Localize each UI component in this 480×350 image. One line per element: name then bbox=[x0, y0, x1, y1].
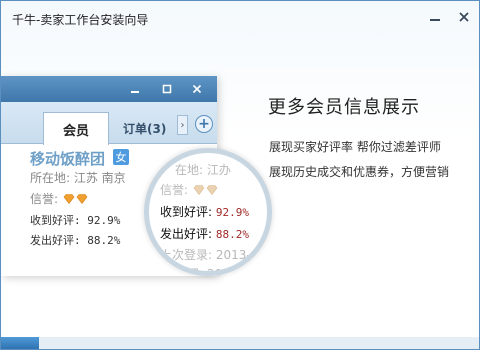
mock-title-bar bbox=[1, 76, 217, 102]
minimize-icon bbox=[430, 19, 440, 21]
install-progress-fill bbox=[1, 337, 40, 349]
minimize-button[interactable] bbox=[427, 9, 443, 25]
shop-credit-label: 信誉: bbox=[30, 192, 59, 206]
magnifier-location: 在地: 江办 bbox=[175, 163, 231, 177]
shop-good-rate-sent: 发出好评: 88.2% bbox=[30, 234, 121, 247]
magnifier-lens: 在地: 江办 信誉: 收到好评: 92.9% 发出好评: 88.2% 上次登录:… bbox=[144, 148, 272, 276]
shop-badge: 女 bbox=[113, 149, 129, 165]
window-title: 千牛-卖家工作台安装向导 bbox=[12, 13, 149, 27]
magnifier-last-login: 上次登录: 2013- bbox=[160, 248, 251, 262]
mock-maximize-icon bbox=[159, 81, 175, 97]
shop-location: 所在地: 江苏 南京 bbox=[30, 171, 126, 185]
magnifier-sent-value: 88.2% bbox=[215, 228, 249, 241]
install-progress-bar bbox=[1, 337, 479, 349]
shop-credit: 信誉: bbox=[30, 190, 88, 207]
feature-desc-line-2: 展现历史成交和优惠券，方便营销 bbox=[269, 165, 450, 179]
close-icon bbox=[459, 12, 469, 22]
magnifier-credit: 信誉: bbox=[160, 181, 218, 198]
mock-minimize-icon bbox=[127, 81, 143, 97]
close-button[interactable] bbox=[456, 9, 472, 25]
magnifier-received-label: 收到好评: bbox=[160, 205, 213, 219]
installer-window: 千牛-卖家工作台安装向导 会员 订单(3) › + 移动饭醉团 女 所在地: 江… bbox=[0, 0, 480, 350]
diamond-icon bbox=[193, 185, 205, 195]
mock-add-icon: + bbox=[195, 115, 213, 133]
feature-heading: 更多会员信息展示 bbox=[268, 97, 420, 118]
shop-good-rate-received: 收到好评: 92.9% bbox=[30, 214, 121, 227]
title-bar: 千牛-卖家工作台安装向导 bbox=[1, 1, 479, 35]
diamond-icon bbox=[76, 194, 88, 204]
magnifier-sent-rate: 发出好评: 88.2% bbox=[160, 225, 249, 242]
feature-desc-line-1: 展现买家好评率 帮你过滤差评师 bbox=[269, 140, 441, 154]
mock-tab-arrow-icon: › bbox=[177, 115, 188, 135]
magnifier-received-rate: 收到好评: 92.9% bbox=[160, 203, 249, 220]
mock-close-icon bbox=[189, 81, 205, 97]
shop-name: 移动饭醉团 bbox=[30, 150, 106, 168]
diamond-icon bbox=[63, 194, 75, 204]
mock-tab-bar: 会员 订单(3) › + bbox=[1, 102, 217, 145]
magnifier-credit-label: 信誉: bbox=[160, 183, 189, 197]
magnifier-received-value: 92.9% bbox=[215, 206, 249, 219]
mock-tab-member: 会员 bbox=[43, 112, 109, 145]
diamond-icon bbox=[206, 185, 218, 195]
mock-tab-orders: 订单(3) bbox=[123, 122, 167, 136]
magnifier-sent-label: 发出好评: bbox=[160, 227, 213, 241]
